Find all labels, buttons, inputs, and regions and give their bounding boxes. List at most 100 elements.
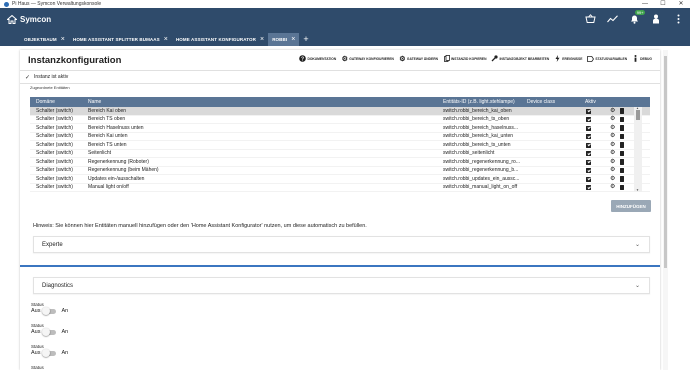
trash-icon[interactable]	[620, 167, 624, 173]
active-checkbox[interactable]	[586, 134, 591, 139]
status-text: Instanz ist aktiv	[34, 74, 69, 80]
active-checkbox[interactable]	[586, 142, 591, 148]
add-tab-button[interactable]: +	[303, 33, 308, 46]
debug-button[interactable]: DEBUG	[632, 55, 652, 62]
gear-icon[interactable]: ⚙	[610, 167, 615, 174]
action-label: DEBUG	[640, 56, 652, 61]
active-checkbox[interactable]	[586, 185, 591, 190]
status-variables-button[interactable]: STATUSVARIABLEN	[587, 55, 627, 62]
gear-icon[interactable]: ⚙	[610, 142, 615, 149]
gear-icon[interactable]: ⚙	[610, 125, 615, 132]
active-checkbox[interactable]	[586, 151, 591, 156]
gear-icon[interactable]: ⚙	[610, 133, 615, 140]
switch-label: Status	[31, 365, 44, 370]
brand[interactable]: Symcon	[7, 15, 51, 24]
close-icon[interactable]: ×	[61, 36, 65, 43]
question-icon: ?	[299, 55, 307, 62]
toggle-knob	[42, 328, 51, 336]
gateway-configure-button[interactable]: ⚙ GATEWAY KONFIGURIEREN	[341, 55, 394, 63]
close-icon[interactable]: ×	[291, 36, 295, 43]
tab-ha-konfigurator[interactable]: HOME ASSISTANT KONFIGURATOR ×	[172, 33, 268, 46]
tab-robbi[interactable]: ROBBI ×	[268, 33, 300, 46]
page-scrollbar-thumb[interactable]	[664, 56, 667, 268]
trash-icon[interactable]	[620, 150, 624, 156]
close-window-button[interactable]: ✕	[672, 0, 690, 8]
trash-icon[interactable]	[620, 184, 624, 190]
cell-name: Bereich TS oben	[88, 116, 126, 123]
copy-instance-id-button[interactable]: INSTANZID KOPIEREN	[443, 55, 486, 62]
table-row[interactable]: Schalter (switch) Bereich Haselnuss unten…	[30, 124, 650, 133]
active-checkbox[interactable]	[586, 159, 591, 165]
tab-ha-splitter[interactable]: HOME ASSISTANT SPLITTER BUMAAS ×	[69, 33, 172, 46]
table-row[interactable]: Schalter (switch) Bereich TS unten switch.…	[30, 141, 650, 150]
page-scrollbar[interactable]	[663, 50, 668, 370]
trash-icon[interactable]	[620, 108, 624, 114]
active-checkbox[interactable]	[586, 108, 591, 114]
table-row[interactable]: Schalter (switch) Seitenlicht switch.robbi…	[30, 150, 650, 158]
column-header-domain[interactable]: Domäne	[36, 99, 55, 105]
gateway-change-button[interactable]: ⚙ GATEWAY ÄNDERN	[399, 55, 438, 63]
header-icons: 99+	[584, 10, 684, 25]
trash-icon[interactable]	[620, 176, 624, 182]
cell-entity-id: switch.robbi_updates_ein_aussc...	[443, 175, 520, 182]
person-icon[interactable]	[650, 13, 662, 25]
table-row[interactable]: Schalter (switch) Updates ein-/ausschalte…	[30, 175, 650, 184]
scroll-down-icon[interactable]: ▼	[636, 188, 639, 192]
chart-icon[interactable]	[606, 13, 618, 25]
column-header-entity-id[interactable]: Entitäts-ID (z.B. light.stehlampe)	[443, 99, 515, 105]
table-scrollbar-thumb[interactable]	[636, 110, 640, 120]
maximize-button[interactable]: ☐	[654, 0, 672, 8]
table-row[interactable]: Schalter (switch) Bereich TS oben switch.r…	[30, 116, 650, 124]
column-header-active[interactable]: Aktiv	[585, 99, 596, 105]
minimize-button[interactable]: —	[636, 0, 654, 8]
table-row[interactable]: Schalter (switch) Manual light on/off swit…	[30, 184, 650, 192]
trash-icon[interactable]	[620, 142, 624, 148]
close-icon[interactable]: ×	[164, 36, 168, 43]
store-icon[interactable]	[584, 13, 596, 25]
column-header-name[interactable]: Name	[88, 99, 101, 105]
cell-domain: Schalter (switch)	[36, 158, 73, 165]
events-button[interactable]: EREIGNISSE	[554, 55, 582, 62]
column-header-device-class[interactable]: Device class	[527, 99, 555, 105]
gear-icon[interactable]: ⚙	[610, 150, 615, 157]
gear-icon[interactable]: ⚙	[610, 159, 615, 166]
active-checkbox[interactable]	[586, 168, 591, 173]
status-toggle[interactable]	[42, 349, 57, 357]
table-row[interactable]: Schalter (switch) Regenerkennung (Roboter…	[30, 158, 650, 167]
edit-instance-button[interactable]: INSTANZOBJEKT BEARBEITEN	[491, 55, 549, 62]
tab-objektbaum[interactable]: OBJEKTBAUM ×	[20, 33, 69, 46]
table-row[interactable]: Schalter (switch) Bereich Kai unten switch…	[30, 133, 650, 141]
cell-name: Bereich Kai oben	[88, 107, 127, 114]
add-button[interactable]: HINZUFÜGEN	[611, 200, 651, 212]
gear-icon[interactable]: ⚙	[610, 108, 615, 115]
more-vertical-icon[interactable]	[672, 13, 684, 25]
active-checkbox[interactable]	[586, 176, 591, 182]
lightning-icon	[554, 55, 561, 62]
cell-domain: Schalter (switch)	[36, 107, 73, 114]
active-checkbox[interactable]	[586, 117, 591, 122]
close-icon[interactable]: ×	[260, 36, 264, 43]
trash-icon[interactable]	[620, 116, 624, 122]
table-row[interactable]: Schalter (switch) Regenerkennung (beim Mä…	[30, 167, 650, 175]
active-checkbox[interactable]	[586, 125, 591, 131]
bell-icon[interactable]: 99+	[628, 10, 645, 25]
documentation-button[interactable]: ? DOKUMENTATION	[299, 55, 336, 62]
gear-icon[interactable]: ⚙	[610, 116, 615, 123]
window-controls: — ☐ ✕	[636, 0, 690, 8]
trash-icon[interactable]	[620, 133, 624, 139]
table-scrollbar[interactable]: ▲ ▼	[634, 106, 642, 192]
gear-icon[interactable]: ⚙	[610, 184, 615, 191]
experts-expander[interactable]: Experte ⌄	[33, 236, 650, 253]
table-row[interactable]: Schalter (switch) Bereich Kai oben switch.…	[30, 107, 650, 116]
status-toggle[interactable]	[42, 307, 57, 315]
trash-icon[interactable]	[620, 159, 624, 165]
switch-label: Status	[31, 302, 44, 307]
trash-icon[interactable]	[620, 125, 624, 131]
diagnostics-expander[interactable]: Diagnostics ⌄	[33, 277, 650, 294]
svg-text:?: ?	[301, 56, 304, 62]
gear-icon[interactable]: ⚙	[610, 176, 615, 183]
info-icon	[632, 55, 639, 62]
action-toolbar: ? DOKUMENTATION ⚙ GATEWAY KONFIGURIEREN …	[299, 55, 652, 63]
cell-name: Regenerkennung (beim Mähen)	[88, 167, 159, 174]
status-toggle[interactable]	[42, 328, 57, 336]
